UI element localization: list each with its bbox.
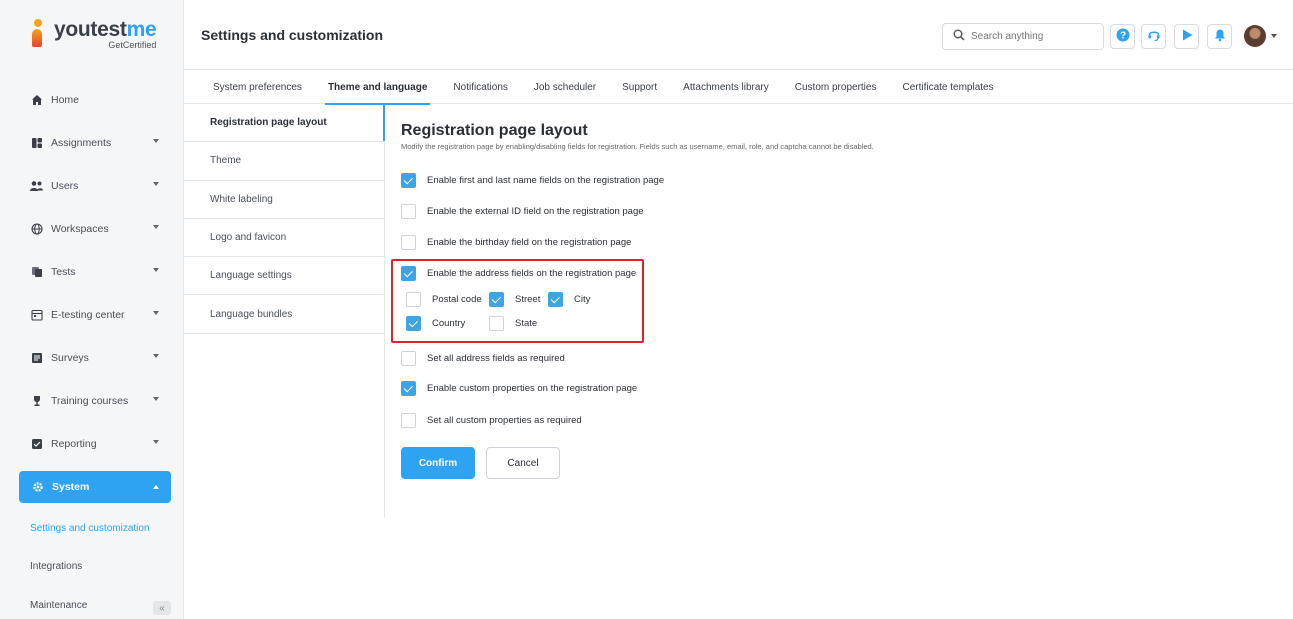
option-first-last-name[interactable]: Enable first and last name fields on the… (401, 173, 664, 188)
external-id-checkbox[interactable] (401, 204, 416, 219)
address-highlight-box (391, 259, 644, 343)
address-required-checkbox[interactable] (401, 351, 416, 366)
assignments-icon (30, 136, 43, 149)
nav-item-system[interactable]: System (19, 471, 171, 503)
tab-custom-properties[interactable]: Custom properties (782, 70, 890, 104)
nav-item-tests[interactable]: Tests (0, 250, 183, 293)
search-input[interactable] (971, 31, 1091, 42)
users-icon (30, 179, 43, 192)
gear-icon (31, 481, 44, 494)
bell-icon (1213, 28, 1227, 45)
play-icon (1180, 28, 1194, 45)
page-title: Settings and customization (201, 26, 384, 43)
chevron-down-icon (153, 225, 159, 229)
nav-item-e-testing-center[interactable]: E-testing center (0, 293, 183, 336)
option-external-id[interactable]: Enable the external ID field on the regi… (401, 204, 644, 219)
tests-icon (30, 265, 43, 278)
custom-properties-checkbox[interactable] (401, 381, 416, 396)
sidebar-subitem-integrations[interactable]: Integrations (0, 548, 183, 587)
tab-theme-and-language[interactable]: Theme and language (315, 70, 440, 105)
brand-tagline: GetCertified (108, 39, 157, 50)
tab-notifications[interactable]: Notifications (440, 70, 520, 104)
support-button[interactable] (1141, 24, 1166, 49)
survey-icon (30, 351, 43, 364)
theme-submenu: Registration page layout Theme White lab… (184, 104, 385, 518)
sidebar: youtestme GetCertified Home Assignments … (0, 0, 184, 619)
home-icon (30, 93, 43, 106)
custom-properties-required-checkbox[interactable] (401, 413, 416, 428)
brand-logo[interactable]: youtestme GetCertified (0, 0, 183, 68)
option-custom-properties[interactable]: Enable custom properties on the registra… (401, 381, 637, 396)
search-box[interactable] (942, 23, 1104, 50)
trophy-icon (30, 394, 43, 407)
reporting-icon (30, 437, 43, 450)
svg-text:?: ? (1119, 31, 1125, 42)
birthday-checkbox[interactable] (401, 235, 416, 250)
calendar-icon (30, 308, 43, 321)
tab-certificate-templates[interactable]: Certificate templates (889, 70, 1006, 104)
confirm-button[interactable]: Confirm (401, 447, 475, 479)
tab-support[interactable]: Support (609, 70, 670, 104)
chevron-down-icon (153, 354, 159, 358)
section-description: Modify the registration page by enabling… (401, 142, 874, 151)
chevron-down-icon (153, 182, 159, 186)
chevron-down-icon (153, 311, 159, 315)
submenu-language-bundles[interactable]: Language bundles (184, 295, 384, 334)
help-button[interactable]: ? (1110, 24, 1135, 49)
sidebar-subitem-settings[interactable]: Settings and customization (0, 509, 183, 548)
main-nav: Home Assignments Users Workspaces Tests … (0, 68, 183, 619)
chevron-up-icon (153, 485, 159, 489)
nav-item-assignments[interactable]: Assignments (0, 121, 183, 164)
globe-icon (30, 222, 43, 235)
options-list: Enable first and last name fields on the… (391, 173, 701, 553)
section-title: Registration page layout (401, 122, 588, 139)
registration-layout-panel: Registration page layout Modify the regi… (401, 122, 874, 151)
headset-icon (1147, 28, 1161, 45)
tab-system-preferences[interactable]: System preferences (201, 70, 315, 104)
option-address-required[interactable]: Set all address fields as required (401, 351, 565, 366)
chevron-down-icon (153, 139, 159, 143)
first-last-name-checkbox[interactable] (401, 173, 416, 188)
submenu-white-labeling[interactable]: White labeling (184, 181, 384, 219)
submenu-language-settings[interactable]: Language settings (184, 257, 384, 296)
nav-item-users[interactable]: Users (0, 164, 183, 207)
top-header: Settings and customization ? (184, 0, 1293, 70)
collapse-sidebar-button[interactable]: « (153, 601, 171, 615)
tab-attachments-library[interactable]: Attachments library (670, 70, 782, 104)
chevron-down-icon[interactable] (1271, 34, 1277, 38)
cancel-button[interactable]: Cancel (486, 447, 560, 479)
nav-item-workspaces[interactable]: Workspaces (0, 207, 183, 250)
chevron-down-icon (153, 268, 159, 272)
nav-item-reporting[interactable]: Reporting (0, 422, 183, 465)
settings-tabs: System preferences Theme and language No… (184, 70, 1293, 105)
submenu-theme[interactable]: Theme (184, 142, 384, 181)
nav-item-home[interactable]: Home (0, 78, 183, 121)
play-tutorial-button[interactable] (1174, 24, 1199, 49)
logo-mark-icon (32, 19, 46, 49)
tab-job-scheduler[interactable]: Job scheduler (521, 70, 609, 104)
submenu-registration-page-layout[interactable]: Registration page layout (184, 104, 385, 143)
chevron-down-icon (153, 440, 159, 444)
nav-item-training-courses[interactable]: Training courses (0, 379, 183, 422)
brand-name: youtestme (54, 17, 157, 41)
help-icon: ? (1116, 28, 1130, 45)
submenu-logo-and-favicon[interactable]: Logo and favicon (184, 219, 384, 258)
option-birthday[interactable]: Enable the birthday field on the registr… (401, 235, 631, 250)
option-custom-properties-required[interactable]: Set all custom properties as required (401, 413, 582, 428)
notifications-button[interactable] (1207, 24, 1232, 49)
search-icon (953, 29, 965, 44)
user-avatar[interactable] (1244, 25, 1266, 47)
chevron-down-icon (153, 397, 159, 401)
nav-item-surveys[interactable]: Surveys (0, 336, 183, 379)
